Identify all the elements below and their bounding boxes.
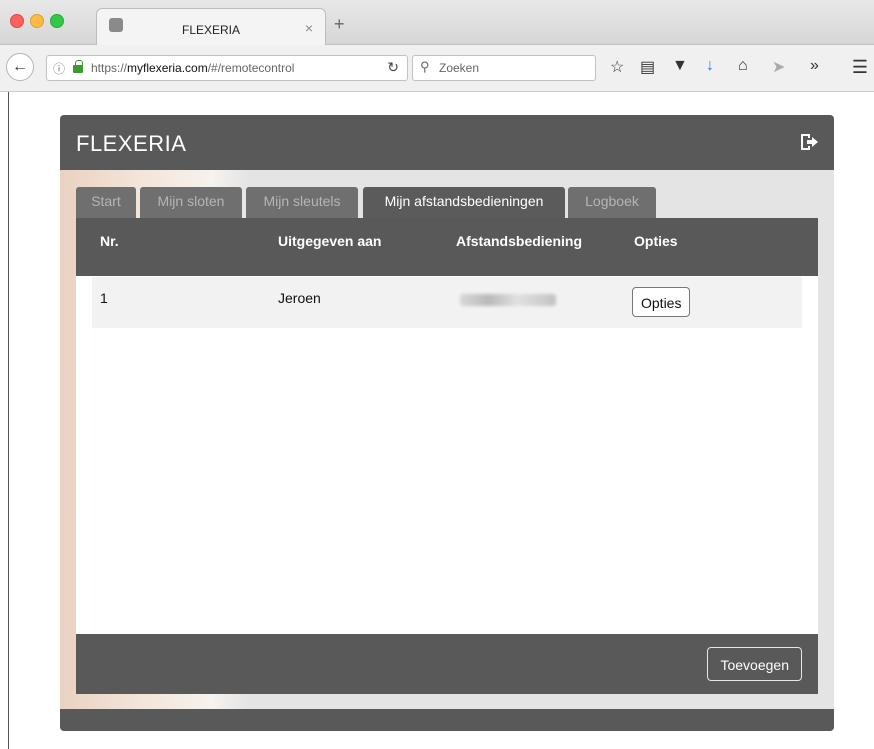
table-row: 1 Jeroen Opties	[92, 277, 802, 328]
table-header: Nr. Uitgegeven aan Afstandsbediening Opt…	[76, 218, 818, 276]
home-icon[interactable]: ⌂	[738, 57, 748, 75]
logout-icon[interactable]	[798, 131, 820, 153]
minimize-window-button[interactable]	[30, 14, 44, 28]
pocket-icon[interactable]: ▼	[672, 57, 688, 75]
url-path: /#/remotecontrol	[207, 61, 295, 75]
content-panel: Nr. Uitgegeven aan Afstandsbediening Opt…	[76, 218, 818, 694]
maximize-window-button[interactable]	[50, 14, 64, 28]
redacted-remote-id	[460, 294, 556, 306]
card-footer	[60, 709, 834, 731]
new-tab-button[interactable]: +	[334, 14, 345, 35]
column-opties: Opties	[634, 233, 678, 249]
cell-issued-to: Jeroen	[278, 290, 321, 306]
tab-title: FLEXERIA	[181, 23, 241, 37]
cell-nr: 1	[100, 290, 108, 306]
url-domain: myflexeria.com	[127, 61, 208, 75]
table-footer: Toevoegen	[76, 634, 818, 694]
browser-navbar: ← ⓘ https://myflexeria.com/#/remotecontr…	[0, 45, 874, 92]
tab-close-icon[interactable]: ×	[305, 20, 313, 36]
brand-title: FLEXERIA	[76, 131, 187, 156]
reader-icon[interactable]: ▤	[640, 57, 655, 77]
star-icon[interactable]: ☆	[610, 57, 624, 77]
overflow-icon[interactable]: »	[810, 57, 819, 75]
app-header: FLEXERIA	[60, 115, 834, 170]
column-nr: Nr.	[100, 233, 119, 249]
search-icon: ⚲	[420, 59, 430, 74]
lock-icon	[73, 60, 83, 73]
column-uitgegeven-aan: Uitgegeven aan	[278, 233, 382, 249]
info-icon[interactable]: ⓘ	[53, 60, 65, 77]
url-text[interactable]: https://myflexeria.com/#/remotecontrol	[91, 61, 294, 75]
tab-mijn-sloten[interactable]: Mijn sloten	[140, 187, 242, 218]
url-bar[interactable]: ⓘ https://myflexeria.com/#/remotecontrol…	[46, 55, 408, 81]
tab-mijn-sleutels[interactable]: Mijn sleutels	[246, 187, 358, 218]
toevoegen-button[interactable]: Toevoegen	[707, 647, 802, 681]
download-icon[interactable]: ↓	[706, 57, 714, 75]
tab-mijn-afstandsbedieningen[interactable]: Mijn afstandsbedieningen	[363, 187, 565, 218]
tab-logboek[interactable]: Logboek	[568, 187, 656, 218]
column-afstandsbediening: Afstandsbediening	[456, 233, 583, 249]
browser-titlebar: FLEXERIA × +	[0, 0, 874, 45]
page-border	[8, 92, 9, 749]
search-input[interactable]: ⚲ Zoeken	[412, 55, 596, 81]
send-icon[interactable]: ➤	[772, 57, 785, 77]
browser-tab[interactable]: FLEXERIA ×	[96, 8, 326, 45]
back-button[interactable]: ←	[6, 53, 34, 81]
menu-icon[interactable]: ☰	[852, 57, 868, 78]
opties-button[interactable]: Opties	[632, 287, 691, 317]
search-placeholder: Zoeken	[439, 61, 480, 75]
reload-icon[interactable]: ↻	[387, 59, 399, 76]
url-prefix: https://	[91, 61, 128, 75]
tab-start[interactable]: Start	[76, 187, 136, 218]
app-card: FLEXERIA Start Mijn sloten Mijn sleutels…	[60, 115, 834, 731]
close-window-button[interactable]	[10, 14, 24, 28]
